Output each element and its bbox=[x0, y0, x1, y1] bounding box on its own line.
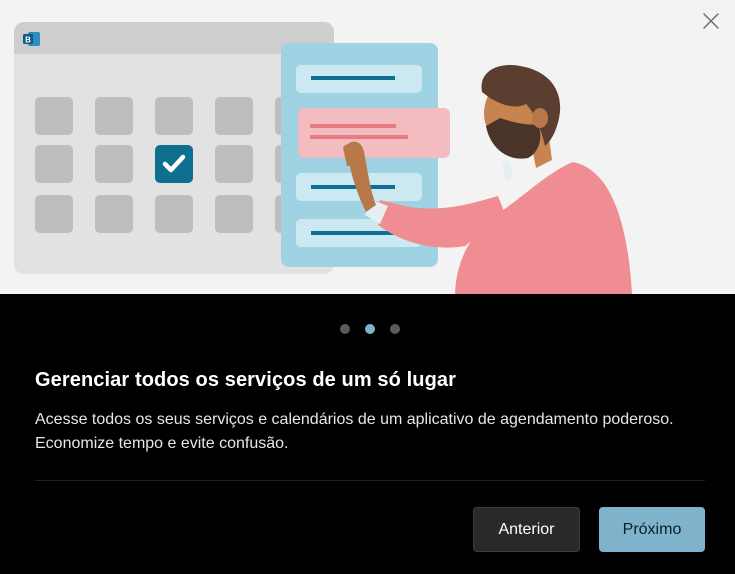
close-button[interactable] bbox=[702, 12, 728, 38]
hero-illustration: B bbox=[0, 0, 735, 294]
onboarding-dialog: B Gerenciar todos os serviços de um só l… bbox=[0, 0, 735, 574]
pagination-dots bbox=[0, 322, 735, 336]
pagination-dot-2-active[interactable] bbox=[365, 324, 375, 334]
checked-day-icon bbox=[155, 145, 193, 183]
bookings-app-icon: B bbox=[23, 32, 40, 46]
previous-button[interactable]: Anterior bbox=[473, 507, 580, 552]
dialog-title: Gerenciar todos os serviços de um só lug… bbox=[35, 369, 457, 391]
divider bbox=[35, 480, 705, 481]
dialog-description: Acesse todos os seus serviços e calendár… bbox=[35, 411, 674, 452]
pagination-dot-3[interactable] bbox=[390, 324, 400, 334]
next-button[interactable]: Próximo bbox=[599, 507, 705, 552]
close-icon bbox=[703, 13, 719, 29]
svg-text:B: B bbox=[25, 36, 31, 45]
pagination-dot-1[interactable] bbox=[340, 324, 350, 334]
calendar-illustration: B bbox=[14, 22, 632, 294]
